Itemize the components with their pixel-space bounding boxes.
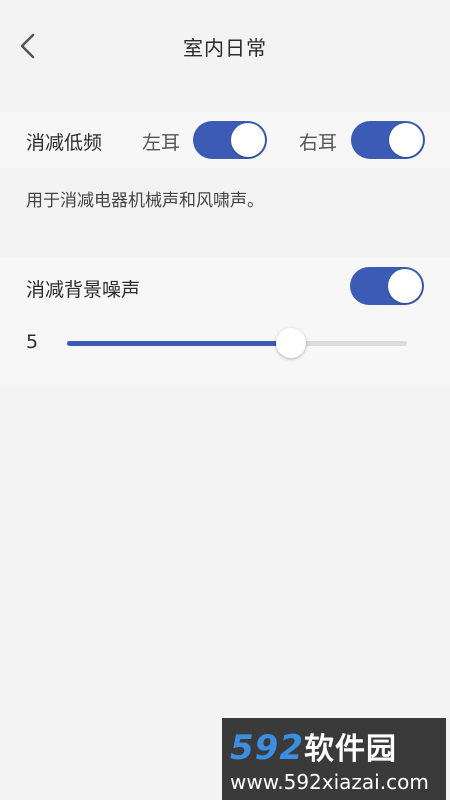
left-ear-label: 左耳 bbox=[142, 132, 181, 154]
noise-level-value: 5 bbox=[26, 331, 39, 353]
toggle-knob bbox=[389, 123, 423, 157]
page-title: 室内日常 bbox=[183, 36, 267, 60]
slider-fill bbox=[67, 341, 291, 346]
slider-thumb[interactable] bbox=[276, 328, 306, 358]
background-noise-label: 消减背景噪声 bbox=[26, 279, 141, 301]
low-frequency-description: 用于消减电器机械声和风啸声。 bbox=[26, 191, 264, 211]
noise-level-slider[interactable] bbox=[67, 328, 407, 358]
low-frequency-row: 消减低频 左耳 右耳 bbox=[0, 112, 450, 168]
right-ear-toggle[interactable] bbox=[351, 121, 425, 159]
low-frequency-label: 消减低频 bbox=[26, 132, 103, 154]
background-noise-row: 消减背景噪声 5 bbox=[0, 257, 450, 385]
watermark-logo-text: 软件园 bbox=[303, 732, 397, 767]
watermark-logo-number: 592 bbox=[230, 728, 304, 768]
left-ear-toggle[interactable] bbox=[193, 121, 267, 159]
watermark-logo: 592软件园 bbox=[230, 724, 397, 768]
right-ear-label: 右耳 bbox=[299, 132, 338, 154]
watermark: 592软件园 www.592xiazai.com bbox=[222, 718, 446, 800]
watermark-url: www.592xiazai.com bbox=[230, 770, 429, 794]
toggle-knob bbox=[231, 123, 265, 157]
header: 室内日常 bbox=[0, 0, 450, 96]
toggle-knob bbox=[388, 269, 422, 303]
background-noise-toggle[interactable] bbox=[350, 267, 424, 305]
